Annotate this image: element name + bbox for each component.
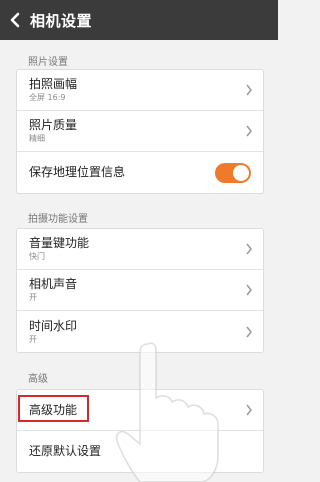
- setting-label: 高级功能: [29, 402, 78, 417]
- setting-save-location[interactable]: 保存地理位置信息: [17, 152, 263, 193]
- setting-label: 还原默认设置: [29, 444, 102, 458]
- settings-card-advanced: 高级功能 还原默认设置: [16, 389, 264, 473]
- setting-value: 精细: [29, 134, 45, 143]
- back-button[interactable]: [0, 0, 30, 40]
- chevron-right-icon: [246, 243, 252, 255]
- setting-camera-sound[interactable]: 相机声音 开: [17, 270, 263, 311]
- setting-value: 开: [29, 293, 37, 302]
- setting-volume-key[interactable]: 音量键功能 快门: [17, 229, 263, 270]
- top-bar: 相机设置: [0, 0, 278, 40]
- setting-label: 时间水印: [29, 318, 78, 333]
- chevron-right-icon: [246, 326, 252, 337]
- setting-label: 相机声音: [29, 277, 78, 291]
- setting-aspect-ratio[interactable]: 拍照画幅 全屏 16:9: [17, 70, 263, 111]
- chevron-right-icon: [246, 284, 252, 296]
- chevron-right-icon: [246, 84, 252, 96]
- setting-value: 快门: [29, 252, 45, 261]
- setting-time-watermark[interactable]: 时间水印 开: [17, 311, 263, 352]
- section-header-advanced: 高级: [28, 374, 48, 385]
- section-header-photo: 照片设置: [28, 57, 68, 68]
- section-header-shooting: 拍摄功能设置: [28, 214, 88, 225]
- chevron-right-icon: [246, 125, 252, 137]
- settings-card-shooting: 音量键功能 快门 相机声音 开 时间水印 开: [16, 228, 264, 353]
- setting-label: 拍照画幅: [29, 77, 78, 91]
- setting-label: 音量键功能: [29, 236, 90, 250]
- page-title: 相机设置: [30, 11, 93, 30]
- setting-restore-defaults[interactable]: 还原默认设置: [17, 431, 263, 472]
- setting-value: 全屏 16:9: [29, 93, 66, 102]
- settings-card-photo: 拍照画幅 全屏 16:9 照片质量 精细 保存地理位置信息: [16, 69, 264, 194]
- setting-label: 照片质量: [29, 118, 78, 132]
- back-arrow-icon: [10, 12, 20, 28]
- chevron-right-icon: [246, 404, 252, 416]
- save-location-toggle[interactable]: [215, 162, 251, 183]
- setting-advanced-features[interactable]: 高级功能: [17, 390, 263, 431]
- setting-photo-quality[interactable]: 照片质量 精细: [17, 111, 263, 152]
- setting-value: 开: [29, 334, 37, 344]
- toggle-knob: [233, 164, 249, 181]
